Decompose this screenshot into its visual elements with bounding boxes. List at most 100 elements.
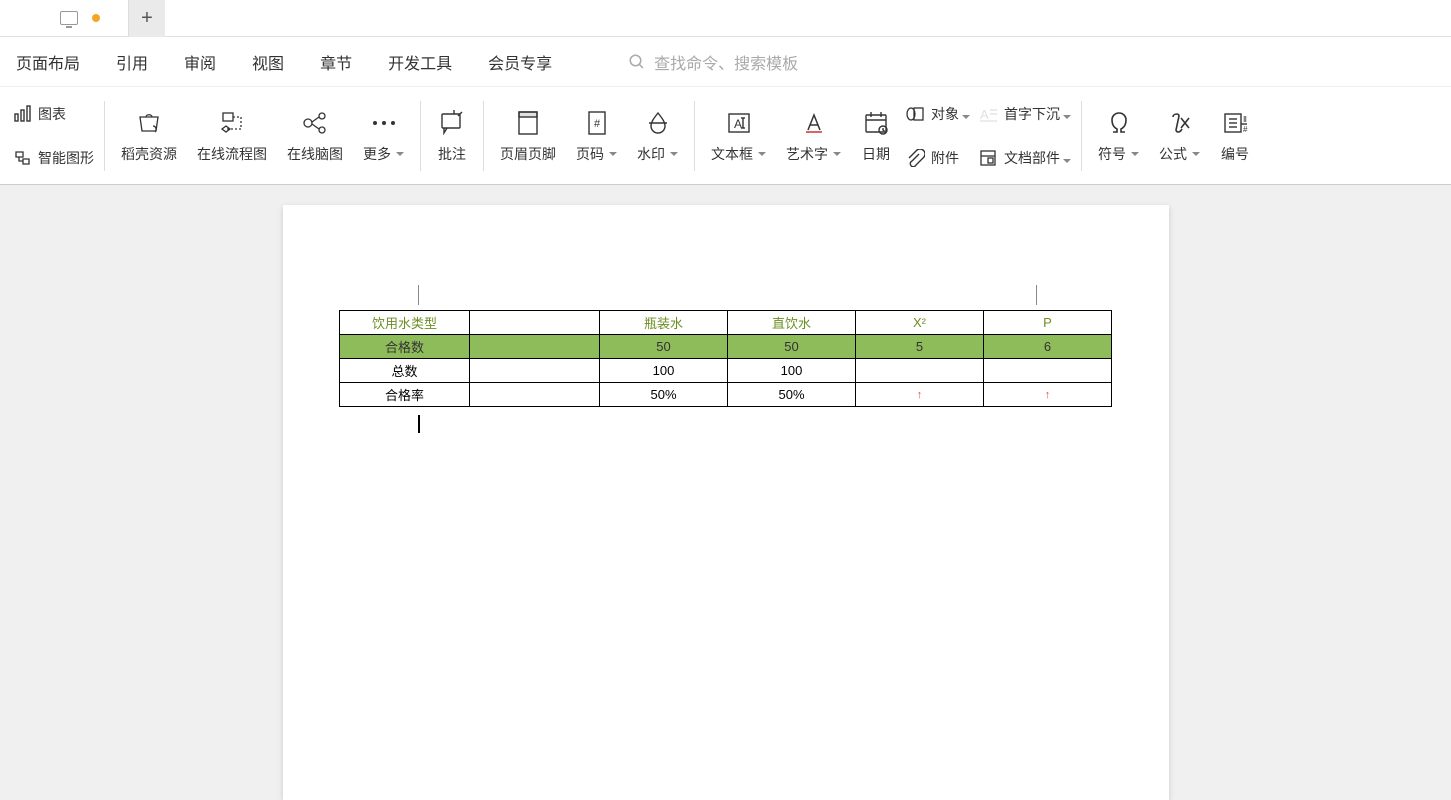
cell[interactable]: 50% <box>600 383 728 407</box>
more-icon <box>369 108 399 138</box>
menu-review[interactable]: 审阅 <box>184 50 216 74</box>
headerfooter-button[interactable]: 页眉页脚 <box>490 93 566 179</box>
pageno-icon: # <box>582 108 612 138</box>
chart-label: 图表 <box>38 104 66 124</box>
cell[interactable]: 100 <box>600 359 728 383</box>
ribbon-toolbar: 图表 智能图形 稻壳资源 在线流程图 在线脑图 更多 批注 页眉页脚 # 页码 … <box>0 87 1451 185</box>
headerfooter-icon <box>513 108 543 138</box>
textbox-icon: A <box>724 108 754 138</box>
menu-page-layout[interactable]: 页面布局 <box>16 50 80 74</box>
mindmap-icon <box>300 108 330 138</box>
cell[interactable] <box>470 335 600 359</box>
cell[interactable]: 6 <box>984 335 1112 359</box>
formula-label: 公式 <box>1159 144 1200 164</box>
menu-view[interactable]: 视图 <box>252 50 284 74</box>
cell-arrow[interactable]: ↑ <box>984 383 1112 407</box>
date-label: 日期 <box>862 144 890 164</box>
svg-text:Ⅱ: Ⅱ <box>1243 115 1247 124</box>
comment-button[interactable]: 批注 <box>427 93 477 179</box>
numbering-label: 编号 <box>1221 144 1249 164</box>
comment-icon <box>437 108 467 138</box>
symbol-icon <box>1104 108 1134 138</box>
watermark-button[interactable]: 水印 <box>627 93 688 179</box>
menu-developer[interactable]: 开发工具 <box>388 50 452 74</box>
textbox-button[interactable]: A 文本框 <box>701 93 776 179</box>
cell[interactable]: 5 <box>856 335 984 359</box>
table-header-row[interactable]: 饮用水类型 瓶装水 直饮水 X² P <box>340 311 1112 335</box>
document-page[interactable]: 饮用水类型 瓶装水 直饮水 X² P 合格数 50 50 5 6 总数 100 … <box>283 205 1169 800</box>
cell[interactable] <box>470 383 600 407</box>
document-canvas[interactable]: 饮用水类型 瓶装水 直饮水 X² P 合格数 50 50 5 6 总数 100 … <box>0 185 1451 800</box>
text-cursor <box>418 415 420 433</box>
flowchart-icon <box>217 108 247 138</box>
flowchart-label: 在线流程图 <box>197 144 267 164</box>
object-button[interactable]: 对象 <box>905 95 970 133</box>
object-label: 对象 <box>931 104 970 124</box>
smartshape-button[interactable]: 智能图形 <box>12 139 94 177</box>
command-search[interactable]: 查找命令、搜索模板 <box>628 50 798 74</box>
svg-text:#: # <box>593 118 600 130</box>
search-placeholder: 查找命令、搜索模板 <box>654 50 798 74</box>
mindmap-button[interactable]: 在线脑图 <box>277 93 353 179</box>
search-icon <box>628 53 646 71</box>
more-button[interactable]: 更多 <box>353 93 414 179</box>
menu-bar: 页面布局 引用 审阅 视图 章节 开发工具 会员专享 查找命令、搜索模板 <box>0 37 1451 87</box>
attach-icon <box>905 148 925 168</box>
dropcap-icon: A <box>978 104 998 124</box>
menu-member[interactable]: 会员专享 <box>488 50 552 74</box>
menu-chapter[interactable]: 章节 <box>320 50 352 74</box>
table-row[interactable]: 合格数 50 50 5 6 <box>340 335 1112 359</box>
dropcap-label: 首字下沉 <box>1004 104 1071 124</box>
cell-arrow[interactable]: ↑ <box>856 383 984 407</box>
chart-icon <box>12 104 32 124</box>
symbol-label: 符号 <box>1098 144 1139 164</box>
cell[interactable]: 合格数 <box>340 335 470 359</box>
docer-label: 稻壳资源 <box>121 144 177 164</box>
new-tab-button[interactable]: + <box>128 0 165 37</box>
svg-text:#: # <box>1243 125 1248 134</box>
document-tab[interactable] <box>60 11 100 25</box>
cell[interactable] <box>984 359 1112 383</box>
cell[interactable] <box>470 359 600 383</box>
th-x2[interactable]: X² <box>856 311 984 335</box>
unsaved-dot-icon <box>92 14 100 22</box>
table-row[interactable]: 合格率 50% 50% ↑ ↑ <box>340 383 1112 407</box>
attach-button[interactable]: 附件 <box>905 139 970 177</box>
cell[interactable] <box>856 359 984 383</box>
th-p[interactable]: P <box>984 311 1112 335</box>
pageno-button[interactable]: # 页码 <box>566 93 627 179</box>
ruler-mark-right <box>1036 285 1037 305</box>
cell[interactable]: 50% <box>728 383 856 407</box>
object-icon <box>905 104 925 124</box>
data-table[interactable]: 饮用水类型 瓶装水 直饮水 X² P 合格数 50 50 5 6 总数 100 … <box>339 310 1112 407</box>
symbol-button[interactable]: 符号 <box>1088 93 1149 179</box>
docer-resource-button[interactable]: 稻壳资源 <box>111 93 187 179</box>
th-bottled[interactable]: 瓶装水 <box>600 311 728 335</box>
table-row[interactable]: 总数 100 100 <box>340 359 1112 383</box>
date-button[interactable]: 日期 <box>851 93 901 179</box>
cell[interactable]: 合格率 <box>340 383 470 407</box>
cell[interactable]: 100 <box>728 359 856 383</box>
chart-button[interactable]: 图表 <box>12 95 94 133</box>
flowchart-button[interactable]: 在线流程图 <box>187 93 277 179</box>
headerfooter-label: 页眉页脚 <box>500 144 556 164</box>
docer-icon <box>134 108 164 138</box>
formula-button[interactable]: 公式 <box>1149 93 1210 179</box>
svg-text:A: A <box>980 107 989 122</box>
svg-text:A: A <box>734 117 742 131</box>
wordart-button[interactable]: 艺术字 <box>776 93 851 179</box>
numbering-button[interactable]: Ⅱ# 编号 <box>1210 93 1260 179</box>
numbering-icon: Ⅱ# <box>1220 108 1250 138</box>
watermark-icon <box>643 108 673 138</box>
th-blank[interactable] <box>470 311 600 335</box>
comment-label: 批注 <box>438 144 466 164</box>
docparts-button[interactable]: 文档部件 <box>978 139 1071 177</box>
cell[interactable]: 50 <box>600 335 728 359</box>
th-direct[interactable]: 直饮水 <box>728 311 856 335</box>
mindmap-label: 在线脑图 <box>287 144 343 164</box>
cell[interactable]: 50 <box>728 335 856 359</box>
menu-reference[interactable]: 引用 <box>116 50 148 74</box>
cell[interactable]: 总数 <box>340 359 470 383</box>
th-type[interactable]: 饮用水类型 <box>340 311 470 335</box>
watermark-label: 水印 <box>637 144 678 164</box>
